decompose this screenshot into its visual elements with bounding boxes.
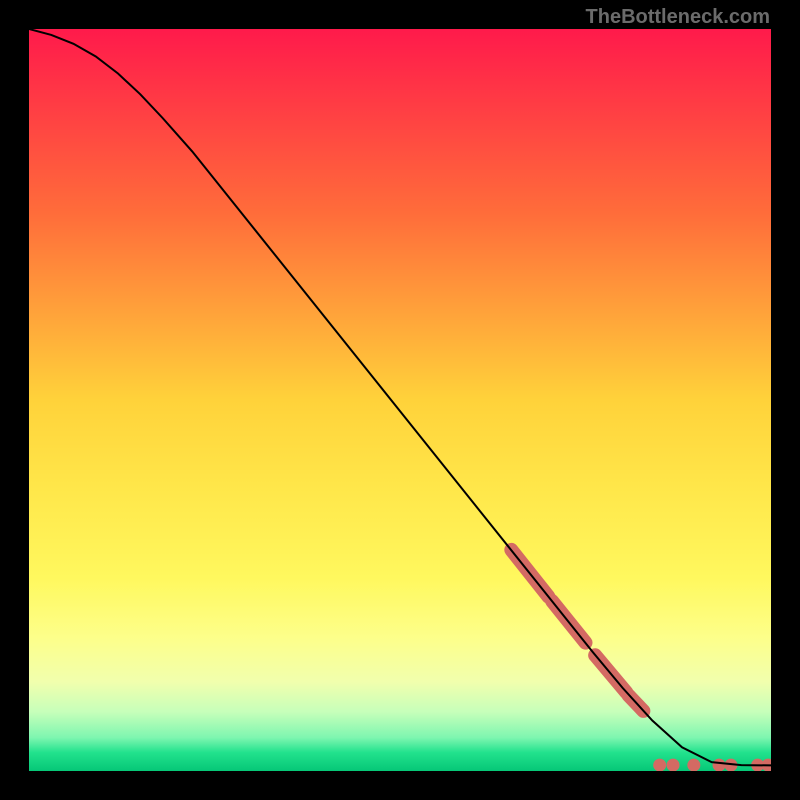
chart-svg xyxy=(29,29,771,771)
chart-plot-area xyxy=(29,29,771,771)
chart-background xyxy=(29,29,771,771)
attribution-text: TheBottleneck.com xyxy=(586,6,770,29)
